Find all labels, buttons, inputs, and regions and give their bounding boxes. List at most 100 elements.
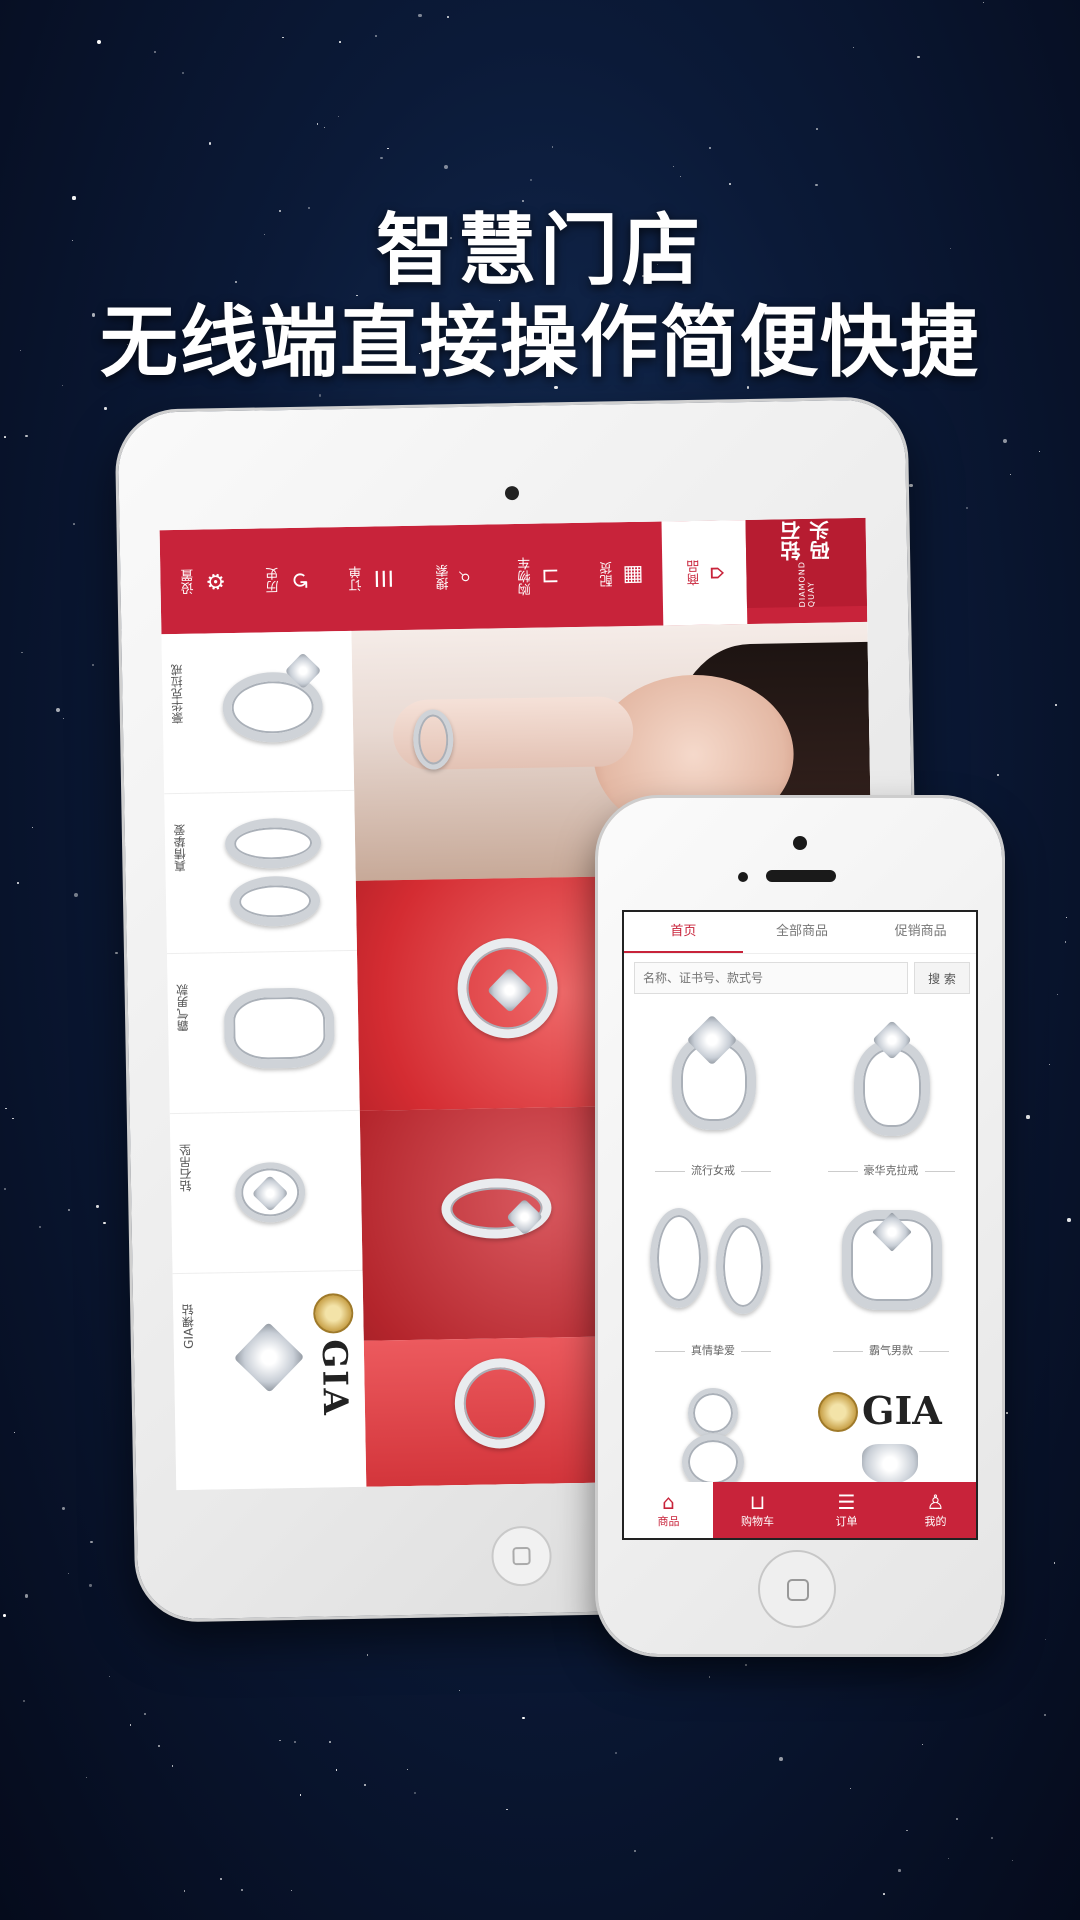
order-icon: ☰ [369, 568, 395, 589]
star [1038, 451, 1040, 453]
star [917, 55, 920, 58]
star [73, 522, 76, 525]
pendant-chain-image [688, 1388, 738, 1438]
star [85, 1776, 88, 1779]
category-label: GIA裸钻 [181, 1303, 196, 1350]
star [240, 1888, 243, 1891]
star [339, 41, 342, 44]
star [387, 147, 389, 150]
product-label: 流行女戒 [624, 1162, 802, 1178]
tablet-nav-label: 历史 [266, 567, 282, 594]
star [897, 1869, 901, 1872]
category-label: 霸气男款 [175, 983, 191, 1033]
product-card[interactable]: 霸气男款 [802, 1184, 976, 1364]
star [62, 1507, 66, 1511]
ring-image [223, 987, 335, 1070]
tab-promotions[interactable]: 促销商品 [861, 912, 976, 953]
tablet-nav-label: 商品 [686, 559, 703, 587]
tablet-nav-label: 设置 [181, 568, 198, 595]
phone-device: 首页 全部商品 促销商品 搜 索 流行女戒 豪华克拉戒 真情挚爱 [598, 798, 1002, 1654]
star [447, 16, 449, 18]
brand-logo-cn: 钻石码头 [779, 520, 834, 562]
search-input[interactable] [634, 962, 908, 994]
star [672, 165, 674, 167]
star [103, 1221, 106, 1225]
star [96, 39, 101, 44]
star [708, 1676, 711, 1678]
category-item[interactable]: 钻石吊坠 [169, 1110, 363, 1275]
star [921, 1743, 923, 1745]
star [3, 1188, 6, 1191]
star [679, 175, 682, 178]
star [418, 13, 422, 18]
star [1026, 1115, 1030, 1119]
cart-icon: ⊔ [749, 1490, 766, 1514]
ring-image [229, 875, 321, 928]
ring-image [716, 1218, 770, 1314]
headline: 智慧门店 无线端直接操作简便快捷 [0, 205, 1080, 389]
tab-all-products[interactable]: 全部商品 [743, 912, 862, 953]
headline-line-2: 无线端直接操作简便快捷 [99, 297, 980, 388]
history-icon: ↺ [285, 570, 312, 590]
star [157, 1745, 160, 1748]
star [338, 115, 340, 118]
star [1012, 1860, 1014, 1862]
star [16, 881, 20, 885]
phone-home-button[interactable] [758, 1550, 836, 1628]
bottom-nav-cart[interactable]: ⊔ 购物车 [713, 1482, 802, 1538]
star [551, 146, 554, 148]
tablet-nav-distribution[interactable]: 配货 ▦ [578, 521, 664, 626]
star [293, 1741, 296, 1744]
tablet-home-button[interactable] [491, 1525, 553, 1587]
category-label: 真情挚爱 [172, 823, 188, 873]
star [68, 1573, 70, 1575]
star [729, 182, 732, 185]
category-label: 豪华克拉戒 [169, 663, 185, 725]
star [299, 1794, 301, 1796]
tablet-nav-label: 购物车 [517, 556, 534, 596]
tablet-nav-history[interactable]: 历史 ↺ [243, 527, 329, 632]
bottom-nav-orders[interactable]: ☰ 订单 [802, 1482, 891, 1538]
star [522, 199, 525, 203]
tablet-nav-cart[interactable]: 购物车 ⊔ [494, 523, 580, 628]
category-item[interactable]: 霸气男款 [166, 950, 360, 1115]
tablet-nav-label: 搜索 [436, 564, 453, 591]
star [1065, 941, 1067, 943]
star [92, 664, 95, 667]
product-card[interactable]: 流行女戒 [624, 1004, 802, 1184]
ring-image [224, 817, 322, 870]
tablet-nav-settings[interactable]: 设置 ⚙ [160, 529, 246, 634]
category-label: 钻石吊坠 [178, 1143, 194, 1193]
star [815, 183, 818, 187]
star [614, 1752, 617, 1755]
tablet-nav-search[interactable]: 搜索 ⌕ [411, 524, 497, 629]
tablet-nav-products[interactable]: 商品 ⌂ [661, 520, 748, 626]
star [316, 123, 319, 126]
star [380, 156, 383, 160]
category-item[interactable]: 豪华克拉戒 [161, 630, 355, 795]
phone-speaker [766, 870, 836, 882]
headline-line-1: 智慧门店 [375, 205, 704, 296]
star [129, 1724, 132, 1726]
tablet-top-bar: 设置 ⚙ 历史 ↺ 订单 ☰ 搜索 ⌕ 购物车 ⊔ 配货 ▦ 商品 ⌂ 钻石码头… [159, 517, 868, 635]
gia-logo: GIA [313, 1338, 356, 1417]
search-button[interactable]: 搜 索 [914, 962, 970, 994]
star [96, 1205, 99, 1208]
product-card[interactable]: 真情挚爱 [624, 1184, 802, 1364]
tab-home[interactable]: 首页 [624, 912, 743, 953]
bottom-nav-products[interactable]: ⌂ 商品 [624, 1482, 713, 1538]
phone-sensor [738, 872, 748, 882]
category-item[interactable]: 真情挚爱 [164, 790, 357, 955]
search-icon: ⌕ [453, 570, 479, 584]
star [219, 1877, 222, 1881]
star [90, 1540, 93, 1544]
star [104, 407, 107, 410]
category-item[interactable]: GIA裸钻 GIA [173, 1271, 366, 1434]
bottom-nav-profile[interactable]: ♙ 我的 [891, 1482, 976, 1538]
product-card[interactable]: 豪华克拉戒 [802, 1004, 976, 1184]
star [62, 717, 64, 719]
star [744, 1663, 748, 1667]
tablet-nav-orders[interactable]: 订单 ☰ [327, 526, 413, 631]
star [909, 483, 914, 488]
star [366, 1653, 369, 1656]
